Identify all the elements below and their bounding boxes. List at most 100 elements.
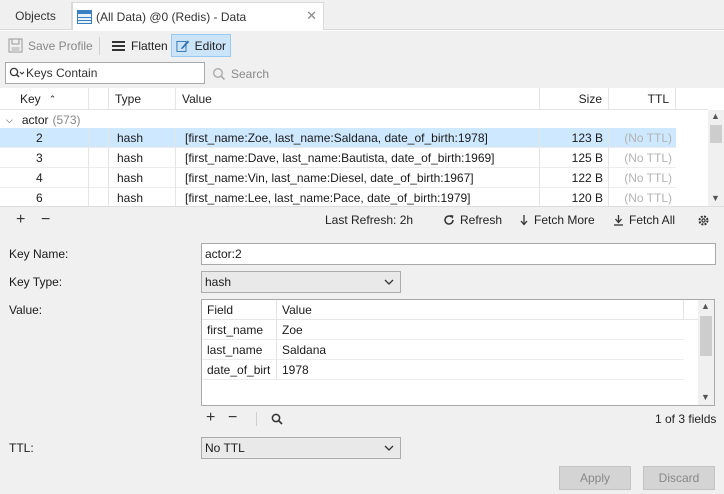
ttl-value: No TTL	[205, 441, 245, 455]
hash-field: date_of_birt	[202, 360, 277, 380]
last-refresh-label: Last Refresh: 2h	[325, 213, 414, 227]
tab-strip: Objects (All Data) @0 (Redis) - Data ✕	[0, 0, 724, 30]
scroll-thumb[interactable]	[710, 125, 722, 143]
column-header-ttl[interactable]: TTL	[609, 88, 676, 110]
search-bar: Search	[0, 59, 724, 88]
search-input[interactable]	[26, 64, 202, 82]
grid-actions-bar: + − Last Refresh: 2h Refresh Fetch More …	[0, 206, 724, 232]
hash-table-header: Field Value	[202, 300, 698, 320]
fetch-more-button[interactable]: Fetch More	[519, 211, 595, 229]
row-divider	[0, 128, 89, 148]
grid-header: Key ⌃ Type Value Size TTL	[0, 88, 708, 110]
fetch-more-label: Fetch More	[534, 213, 595, 227]
search-icon	[271, 413, 283, 425]
scroll-thumb[interactable]	[700, 316, 712, 356]
row-ttl: (No TTL)	[624, 131, 672, 145]
row-divider	[109, 128, 176, 148]
editor-button[interactable]: Editor	[171, 34, 231, 57]
gear-icon[interactable]	[697, 211, 715, 229]
tree-group-actor[interactable]: ⌵ actor (573)	[0, 110, 708, 130]
grid-scrollbar[interactable]: ▲ ▼	[708, 110, 724, 206]
column-header-field[interactable]: Field	[202, 300, 277, 320]
column-header-type[interactable]: Type	[109, 88, 176, 110]
key-type-select[interactable]: hash	[201, 271, 401, 293]
search-dropdown-icon[interactable]	[9, 67, 25, 79]
row-type: hash	[117, 151, 144, 165]
search-field[interactable]	[5, 62, 205, 84]
column-ttl-label: TTL	[647, 92, 669, 106]
key-name-value: actor:2	[205, 247, 242, 261]
pencil-icon	[176, 40, 190, 52]
column-header-size[interactable]: Size	[540, 88, 609, 110]
save-profile-button[interactable]: Save Profile	[4, 34, 97, 57]
remove-key-button[interactable]: −	[41, 211, 50, 229]
chevron-down-icon	[384, 279, 394, 285]
close-icon[interactable]: ✕	[306, 9, 317, 22]
flatten-label: Flatten	[131, 38, 168, 53]
key-name-field[interactable]: actor:2	[201, 243, 716, 265]
group-count: (573)	[52, 113, 81, 127]
add-key-button[interactable]: +	[16, 211, 25, 229]
keys-grid: Key ⌃ Type Value Size TTL ⌵ actor (573) …	[0, 88, 724, 208]
hash-field: last_name	[202, 340, 277, 360]
row-value: [first_name:Vin, last_name:Diesel, date_…	[185, 171, 474, 185]
column-header-hash-value[interactable]: Value	[277, 300, 684, 320]
fetch-all-button[interactable]: Fetch All	[613, 211, 675, 229]
search-button-label: Search	[231, 67, 270, 81]
toolbar: Save Profile Flatten Editor	[0, 31, 724, 59]
chevron-down-icon[interactable]: ⌵	[6, 115, 13, 126]
row-size: 125 B	[571, 151, 603, 165]
row-divider	[0, 168, 89, 188]
row-type: hash	[117, 171, 144, 185]
table-row[interactable]: 6 hash [first_name:Lee, last_name:Pace, …	[0, 188, 676, 208]
apply-button[interactable]: Apply	[559, 466, 631, 490]
scroll-down-icon[interactable]: ▼	[711, 193, 720, 203]
row-divider	[176, 128, 540, 148]
discard-button[interactable]: Discard	[643, 466, 715, 490]
scroll-up-icon[interactable]: ▲	[711, 111, 720, 121]
field-toolbar-divider	[256, 412, 257, 426]
scroll-down-icon[interactable]: ▼	[701, 392, 710, 402]
row-key: 3	[36, 151, 43, 165]
row-ttl: (No TTL)	[624, 191, 672, 205]
search-icon	[212, 67, 226, 81]
gear-icon-svg	[698, 215, 709, 225]
row-value: [first_name:Dave, last_name:Bautista, da…	[185, 151, 495, 165]
editor-label: Editor	[194, 38, 226, 53]
find-field-button[interactable]	[271, 410, 288, 428]
flatten-button[interactable]: Flatten	[107, 34, 172, 57]
hash-value: Zoe	[282, 323, 303, 337]
column-value-label: Value	[182, 92, 212, 106]
row-divider	[0, 148, 89, 168]
tab-data[interactable]: (All Data) @0 (Redis) - Data ✕	[72, 2, 324, 30]
scroll-up-icon[interactable]: ▲	[701, 301, 710, 311]
row-ttl: (No TTL)	[624, 171, 672, 185]
ttl-label: TTL:	[9, 441, 34, 455]
remove-field-button[interactable]: −	[228, 409, 237, 427]
row-divider	[89, 128, 109, 148]
search-button[interactable]: Search	[212, 63, 269, 85]
add-field-button[interactable]: +	[206, 409, 215, 427]
tab-objects[interactable]: Objects	[0, 2, 72, 30]
table-row[interactable]: 4 hash [first_name:Vin, last_name:Diesel…	[0, 168, 676, 188]
fetch-all-icon	[614, 215, 623, 226]
value-label: Value:	[9, 303, 43, 317]
row-divider	[540, 128, 609, 148]
ttl-select[interactable]: No TTL	[201, 437, 401, 459]
column-header-key[interactable]: Key ⌃	[14, 88, 89, 110]
column-key-label: Key	[20, 92, 41, 106]
table-row[interactable]: 2 hash [first_name:Zoe, last_name:Saldan…	[0, 128, 676, 148]
hash-table-scrollbar[interactable]: ▲ ▼	[698, 300, 714, 405]
key-name-label: Key Name:	[9, 247, 69, 261]
column-header-value[interactable]: Value	[176, 88, 540, 110]
row-size: 122 B	[571, 171, 603, 185]
save-profile-label: Save Profile	[28, 38, 93, 53]
refresh-button[interactable]: Refresh	[443, 211, 502, 229]
list-item[interactable]: date_of_birt 1978	[202, 360, 684, 380]
list-item[interactable]: last_name Saldana	[202, 340, 684, 360]
table-row[interactable]: 3 hash [first_name:Dave, last_name:Bauti…	[0, 148, 676, 168]
save-icon	[8, 38, 23, 53]
list-item[interactable]: first_name Zoe	[202, 320, 684, 340]
column-size-label: Size	[578, 92, 602, 106]
refresh-icon	[444, 215, 454, 225]
